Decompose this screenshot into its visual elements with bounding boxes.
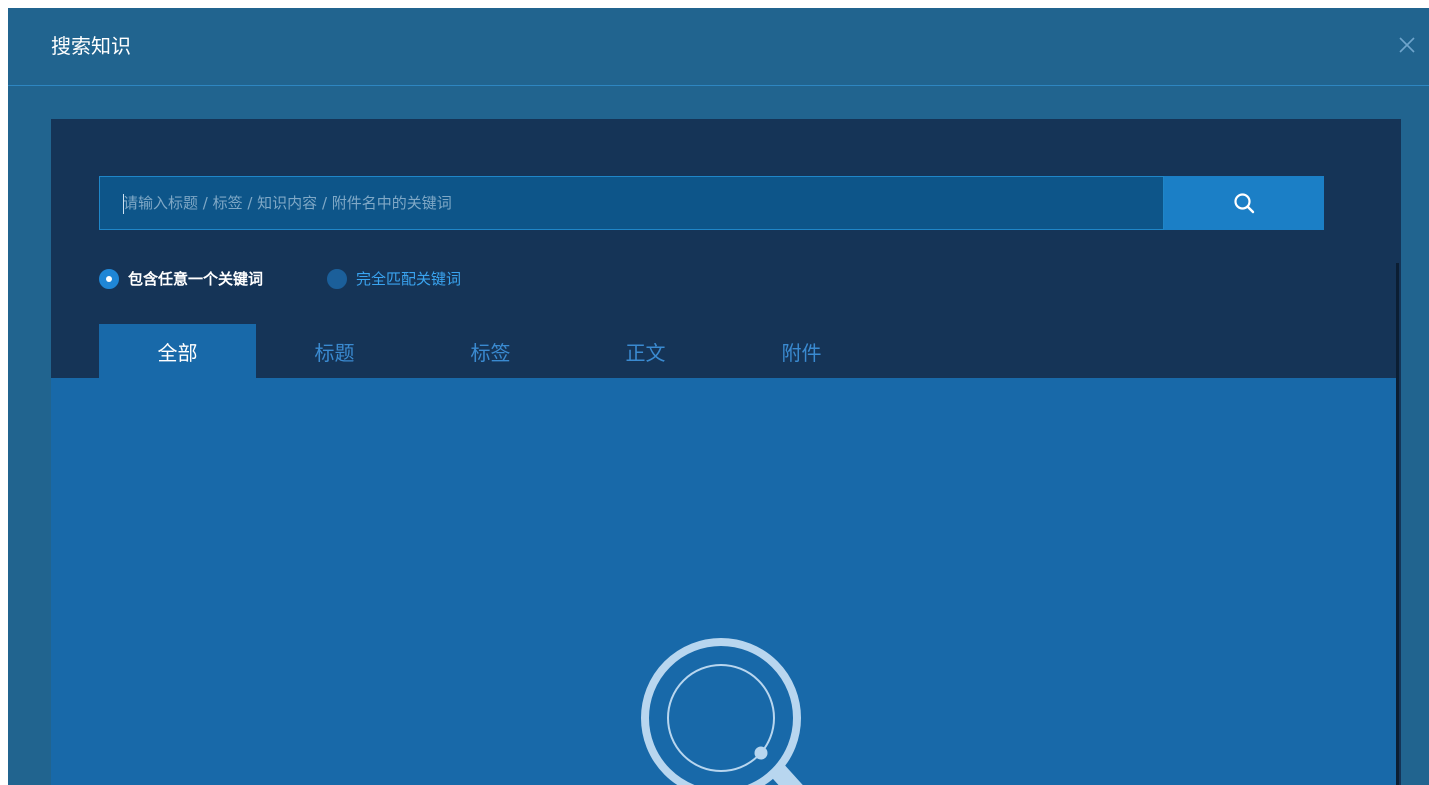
search-knowledge-dialog: 搜索知识 包含任意一个关键词 完全匹配关键词 全部 (8, 8, 1429, 785)
tab-title[interactable]: 标题 (256, 324, 413, 378)
tab-all[interactable]: 全部 (99, 324, 256, 378)
radio-any-keyword[interactable]: 包含任意一个关键词 (99, 268, 263, 290)
close-button[interactable] (1396, 34, 1418, 56)
radio-exact-match-label: 完全匹配关键词 (356, 270, 462, 288)
magnifier-empty-icon (641, 638, 803, 785)
search-panel: 包含任意一个关键词 完全匹配关键词 全部 标题 标签 正文 附件 (51, 119, 1401, 785)
radio-exact-match[interactable]: 完全匹配关键词 (327, 268, 461, 290)
search-button[interactable] (1164, 176, 1324, 230)
tab-tags[interactable]: 标签 (412, 324, 569, 378)
text-caret (123, 194, 124, 214)
radio-any-keyword-label: 包含任意一个关键词 (128, 270, 264, 288)
close-icon (1399, 37, 1415, 53)
tab-attachments[interactable]: 附件 (723, 324, 880, 378)
radio-checked-icon (99, 269, 119, 289)
scrollbar[interactable] (1396, 263, 1399, 785)
results-area (51, 378, 1396, 785)
search-icon (1234, 193, 1255, 214)
search-box (99, 176, 1164, 230)
search-input[interactable] (100, 177, 1163, 229)
radio-unchecked-icon (327, 269, 347, 289)
dialog-header: 搜索知识 (8, 8, 1429, 86)
tab-body[interactable]: 正文 (567, 324, 724, 378)
dialog-title: 搜索知识 (51, 34, 131, 58)
